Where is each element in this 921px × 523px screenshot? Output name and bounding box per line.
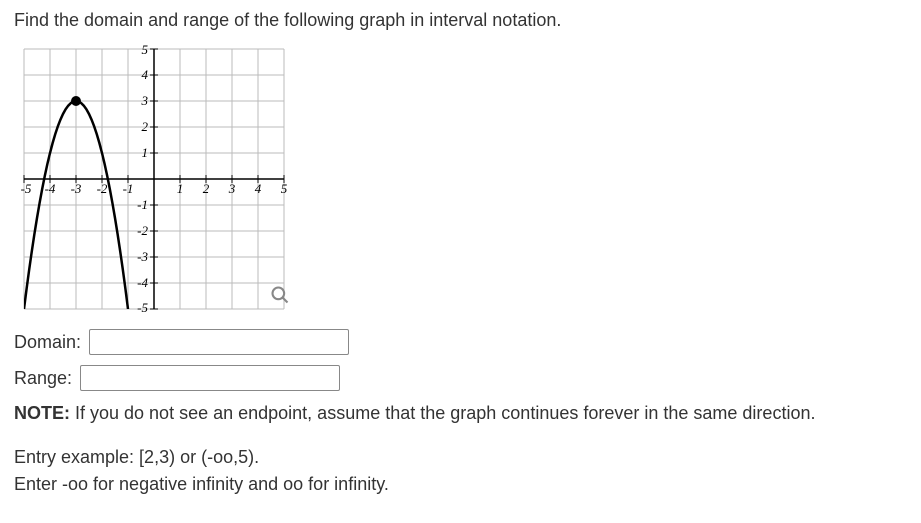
graph-container: -5 -4 -3 -2 -1 1 2 3 4 5 5 4 3 2 1 -1 -2… — [14, 39, 294, 319]
svg-text:2: 2 — [142, 119, 149, 134]
svg-text:3: 3 — [141, 93, 149, 108]
note-text: NOTE: If you do not see an endpoint, ass… — [14, 401, 907, 426]
svg-text:-2: -2 — [137, 223, 148, 238]
svg-text:5: 5 — [142, 42, 149, 57]
example-line-1: Entry example: [2,3) or (-oo,5). — [14, 444, 907, 471]
svg-text:-3: -3 — [137, 249, 148, 264]
svg-text:-2: -2 — [97, 181, 108, 196]
svg-text:4: 4 — [142, 67, 149, 82]
note-body: If you do not see an endpoint, assume th… — [70, 403, 815, 423]
domain-row: Domain: — [14, 329, 907, 355]
vertex-point — [71, 96, 81, 106]
graph-plot: -5 -4 -3 -2 -1 1 2 3 4 5 5 4 3 2 1 -1 -2… — [14, 39, 294, 319]
svg-text:-1: -1 — [123, 181, 134, 196]
svg-text:-4: -4 — [137, 275, 148, 290]
note-label: NOTE: — [14, 403, 70, 423]
svg-text:1: 1 — [142, 145, 149, 160]
svg-text:3: 3 — [228, 181, 236, 196]
entry-example: Entry example: [2,3) or (-oo,5). Enter -… — [14, 444, 907, 498]
svg-text:-5: -5 — [137, 300, 148, 315]
svg-text:4: 4 — [255, 181, 262, 196]
domain-label: Domain: — [14, 332, 81, 353]
svg-text:-5: -5 — [21, 181, 32, 196]
svg-text:-3: -3 — [71, 181, 82, 196]
question-text: Find the domain and range of the followi… — [14, 10, 907, 31]
svg-text:-4: -4 — [45, 181, 56, 196]
zoom-icon[interactable] — [270, 285, 290, 305]
svg-text:1: 1 — [177, 181, 184, 196]
example-line-2: Enter -oo for negative infinity and oo f… — [14, 471, 907, 498]
svg-text:5: 5 — [281, 181, 288, 196]
domain-input[interactable] — [89, 329, 349, 355]
range-input[interactable] — [80, 365, 340, 391]
range-row: Range: — [14, 365, 907, 391]
svg-text:-1: -1 — [137, 197, 148, 212]
range-label: Range: — [14, 368, 72, 389]
svg-text:2: 2 — [203, 181, 210, 196]
